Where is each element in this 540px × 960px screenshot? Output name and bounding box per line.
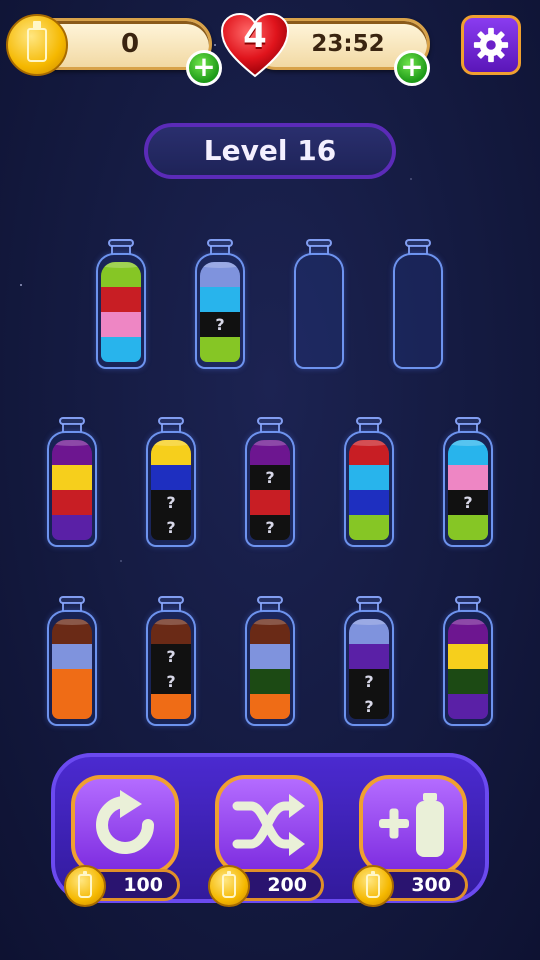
unknown-mark: ? (463, 492, 473, 512)
coin-bottle-icon (352, 865, 394, 907)
add-bottle-button[interactable] (359, 775, 467, 875)
bottle[interactable] (47, 596, 97, 726)
plus-icon: + (192, 50, 216, 83)
unknown-mark: ? (364, 671, 374, 691)
lives-count: 4 (243, 16, 267, 56)
add-coins-button[interactable]: + (186, 50, 222, 86)
bottle[interactable]: ? (195, 239, 245, 369)
liquid-layer (250, 644, 290, 669)
liquid-layer (250, 694, 290, 719)
plus-icon: + (400, 50, 424, 83)
life-timer: 23:52 (311, 31, 385, 57)
liquid-layer (101, 262, 141, 287)
unknown-mark: ? (166, 646, 176, 666)
coin-bottle-icon (6, 14, 68, 76)
hidden-liquid-layer: ? (349, 694, 389, 719)
hidden-liquid-layer: ? (151, 515, 191, 540)
bottle[interactable]: ?? (245, 417, 295, 547)
liquid-layer (250, 619, 290, 644)
liquid-layer (448, 619, 488, 644)
add-bottle-icon (379, 793, 444, 857)
liquid-layer (52, 669, 92, 694)
hidden-liquid-layer: ? (250, 515, 290, 540)
bottle[interactable] (245, 596, 295, 726)
liquid-layer (52, 490, 92, 515)
bottle[interactable] (443, 596, 493, 726)
hidden-liquid-layer: ? (200, 312, 240, 337)
bottle[interactable] (393, 239, 443, 369)
bottle[interactable]: ?? (146, 596, 196, 726)
liquid-layer (52, 644, 92, 669)
liquid-layer (151, 440, 191, 465)
liquid-layer (349, 515, 389, 540)
liquid-layer (349, 440, 389, 465)
bottle[interactable]: ?? (344, 596, 394, 726)
star (20, 284, 22, 286)
hidden-liquid-layer: ? (349, 669, 389, 694)
add-lives-button[interactable]: + (394, 50, 430, 86)
coin-count: 0 (120, 29, 140, 59)
liquid-layer (151, 465, 191, 490)
unknown-mark: ? (215, 314, 225, 334)
unknown-mark: ? (166, 517, 176, 537)
coin-bottle-icon (208, 865, 250, 907)
unknown-mark: ? (166, 492, 176, 512)
bottle[interactable] (344, 417, 394, 547)
liquid-layer (52, 440, 92, 465)
liquid-layer (448, 669, 488, 694)
bottle[interactable] (47, 417, 97, 547)
settings-button[interactable] (461, 15, 521, 75)
liquid-layer (349, 490, 389, 515)
liquid-layer (200, 262, 240, 287)
liquid-layer (349, 619, 389, 644)
liquid-layer (448, 694, 488, 719)
liquid-layer (200, 337, 240, 362)
liquid-layer (448, 515, 488, 540)
unknown-mark: ? (166, 671, 176, 691)
star (410, 178, 412, 180)
liquid-layer (250, 669, 290, 694)
undo-icon (96, 790, 154, 854)
star (120, 560, 122, 562)
gear-icon (473, 27, 509, 63)
bottle[interactable]: ?? (146, 417, 196, 547)
bottle[interactable] (294, 239, 344, 369)
liquid-layer (200, 287, 240, 312)
liquid-layer (349, 465, 389, 490)
liquid-layer (101, 287, 141, 312)
hidden-liquid-layer: ? (151, 669, 191, 694)
coin-bottle-icon (64, 865, 106, 907)
bottle[interactable] (96, 239, 146, 369)
hidden-liquid-layer: ? (151, 644, 191, 669)
level-title: Level 16 (144, 123, 396, 179)
shuffle-button[interactable] (215, 775, 323, 875)
liquid-layer (448, 644, 488, 669)
bottle[interactable]: ? (443, 417, 493, 547)
liquid-layer (250, 440, 290, 465)
liquid-layer (151, 694, 191, 719)
shuffle-icon (232, 794, 305, 856)
liquid-layer (101, 337, 141, 362)
liquid-layer (52, 694, 92, 719)
hidden-liquid-layer: ? (448, 490, 488, 515)
unknown-mark: ? (265, 467, 275, 487)
liquid-layer (448, 440, 488, 465)
hidden-liquid-layer: ? (151, 490, 191, 515)
liquid-layer (250, 490, 290, 515)
hidden-liquid-layer: ? (250, 465, 290, 490)
liquid-layer (151, 619, 191, 644)
liquid-layer (52, 515, 92, 540)
liquid-layer (448, 465, 488, 490)
liquid-layer (101, 312, 141, 337)
liquid-layer (52, 465, 92, 490)
liquid-layer (52, 619, 92, 644)
undo-button[interactable] (71, 775, 179, 875)
liquid-layer (349, 644, 389, 669)
unknown-mark: ? (265, 517, 275, 537)
unknown-mark: ? (364, 696, 374, 716)
star (214, 44, 216, 46)
